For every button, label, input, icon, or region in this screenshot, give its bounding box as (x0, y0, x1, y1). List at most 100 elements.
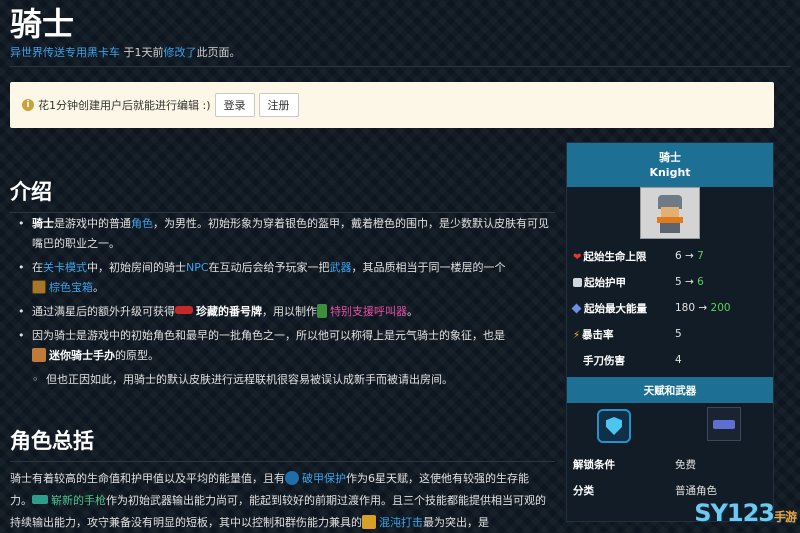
editor-link[interactable]: 异世界传送专用黑卡车 (10, 46, 120, 59)
unlock-label: 解锁条件 (573, 458, 615, 471)
section-heading-summary: 角色总括 (10, 429, 94, 453)
unlock-value: 免费 (675, 458, 696, 471)
text-span: 。 (407, 305, 418, 318)
edit-info: 异世界传送专用黑卡车 于1天前修改了此页面。 (10, 44, 790, 60)
stat-row: 起始最大能量 180 → 200 (567, 295, 773, 321)
chaos-strike-link[interactable]: 混沌打击 (379, 516, 423, 529)
shield-icon (606, 417, 622, 435)
text-span: 的原型。 (115, 349, 159, 362)
stat-label: 起始生命上限 (583, 250, 647, 263)
character-name-en: Knight (649, 166, 691, 179)
edit-time: 于1天前 (120, 46, 164, 59)
category-label: 分类 (573, 484, 594, 497)
character-portrait (640, 187, 700, 239)
site-watermark: SY123手游 (694, 499, 797, 527)
mini-knight-icon (32, 348, 46, 362)
stat-arrow: → (695, 302, 711, 314)
category-value: 普通角色 (675, 484, 717, 497)
stat-row: 起始护甲 5 → 6 (567, 269, 773, 295)
diff-link[interactable]: 修改了 (164, 46, 197, 59)
bold-term: 珍藏的番号牌 (196, 305, 262, 318)
text-span: 在互动后会给予玩家一把 (208, 261, 330, 274)
pistol-icon (713, 419, 735, 429)
new-pistol-link[interactable]: 崭新的手枪 (51, 494, 106, 507)
text-span: 。 (93, 281, 104, 294)
text-span: 中，初始房间的骑士 (87, 261, 186, 274)
brown-chest-link[interactable]: 棕色宝箱 (49, 281, 93, 294)
bold-term: 骑士 (32, 217, 54, 230)
text-span: 通过满星后的额外升级可获得 (32, 305, 175, 318)
stat-base: 5 (675, 276, 682, 288)
stat-row: 手刀伤害 4 (567, 347, 773, 373)
notice-text: 花1分钟创建用户后就能进行编辑 :) (38, 99, 211, 112)
list-item: 在关卡模式中，初始房间的骑士NPC在互动后会给予玩家一把武器，其品质相当于同一楼… (18, 258, 554, 298)
energy-icon (571, 303, 582, 313)
text-span: ，用以制作 (262, 305, 317, 318)
page-title: 骑士 (10, 5, 75, 43)
stat-max: 200 (710, 302, 731, 314)
support-caller-link[interactable]: 特别支援呼叫器 (330, 305, 407, 318)
weapon-slot[interactable] (707, 407, 741, 441)
armor-icon (573, 277, 582, 287)
section-intro: 介绍 (10, 176, 555, 213)
talent-weapon-header: 天赋和武器 (567, 377, 773, 403)
stat-row: ❤ 起始生命上限 6 → 7 (567, 243, 773, 269)
stats-table: ❤ 起始生命上限 6 → 7 起始护甲 5 → 6 起始最大能量 180 → 20… (567, 243, 773, 373)
stat-label: 起始护甲 (584, 276, 626, 289)
edit-suffix: 此页面。 (196, 46, 241, 59)
character-name: 骑士 (659, 151, 681, 164)
support-caller-icon (317, 304, 327, 318)
text-span: ，其品质相当于同一楼层的一个 (351, 261, 506, 274)
stat-base: 6 (675, 250, 682, 262)
unlock-row: 解锁条件 免费 (567, 451, 773, 477)
stat-max: 7 (697, 250, 704, 262)
npc-link[interactable]: NPC (186, 261, 209, 274)
shield-icon (285, 471, 299, 485)
level-mode-link[interactable]: 关卡模式 (43, 261, 87, 274)
section-summary: 角色总括 (10, 425, 555, 462)
pistol-icon (32, 495, 48, 504)
summary-paragraph: 骑士有着较高的生命值和护甲值以及平均的能量值，且有 破甲保护作为6星天赋，这使他有… (10, 468, 550, 533)
register-button[interactable]: 注册 (258, 93, 299, 117)
chaos-strike-icon (362, 515, 376, 529)
text-span: 因为骑士是游戏中的初始角色和最早的一批角色之一，所以他可以称得上是元气骑士的象征… (32, 329, 505, 342)
watermark-small: 手游 (773, 510, 797, 524)
heading-divider (10, 212, 555, 213)
login-button[interactable]: 登录 (214, 93, 255, 117)
stat-label: 暴击率 (582, 328, 614, 341)
armor-break-link[interactable]: 破甲保护 (302, 472, 346, 485)
text-span: 骑士有着较高的生命值和护甲值以及平均的能量值，且有 (10, 472, 285, 485)
text-span: 但也正因如此，用骑士的默认皮肤进行远程联机很容易被误认成新手而被请出房间。 (46, 373, 453, 386)
heading-divider (10, 461, 555, 462)
text-span: 在 (32, 261, 43, 274)
stat-label: 起始最大能量 (584, 302, 647, 315)
stat-max: 6 (697, 276, 704, 288)
heart-icon: ❤ (573, 251, 582, 263)
character-link[interactable]: 角色 (131, 217, 153, 230)
text-span: 最为突出，是 (423, 516, 489, 529)
stat-base: 4 (675, 354, 682, 366)
stat-arrow: → (681, 276, 698, 288)
stat-label: 手刀伤害 (583, 354, 625, 367)
stat-arrow: → (681, 250, 698, 262)
section-heading-intro: 介绍 (10, 180, 52, 204)
list-item: 但也正因如此，用骑士的默认皮肤进行远程联机很容易被误认成新手而被请出房间。 (24, 370, 554, 390)
list-item: 通过满星后的额外升级可获得 珍藏的番号牌，用以制作特别支援呼叫器。 (18, 302, 554, 322)
watermark-main: SY123 (694, 499, 775, 527)
page-header: 骑士 异世界传送专用黑卡车 于1天前修改了此页面。 (10, 4, 790, 60)
stat-base: 180 (675, 302, 696, 314)
number-plate-icon (175, 306, 193, 314)
chest-icon (32, 280, 46, 294)
list-item: 骑士是游戏中的普通角色，为男性。初始形象为穿着银色的盔甲，戴着橙色的围巾，是少数… (18, 214, 554, 254)
header-divider (10, 66, 790, 67)
text-span: 是游戏中的普通 (54, 217, 131, 230)
bold-term: 迷你骑士手办 (49, 349, 115, 362)
list-item: 因为骑士是游戏中的初始角色和最早的一批角色之一，所以他可以称得上是元气骑士的象征… (18, 326, 554, 366)
intro-list: 骑士是游戏中的普通角色，为男性。初始形象为穿着银色的盔甲，戴着橙色的围巾，是少数… (18, 214, 554, 394)
stat-base: 5 (675, 328, 682, 340)
character-infobox: 骑士 Knight ❤ 起始生命上限 6 → 7 起始护甲 5 → 6 起始最大能… (566, 142, 774, 522)
crit-icon: ⚡ (573, 329, 581, 341)
talent-slot[interactable] (597, 409, 631, 443)
weapon-link[interactable]: 武器 (330, 261, 352, 274)
infobox-header: 骑士 Knight (567, 143, 773, 187)
